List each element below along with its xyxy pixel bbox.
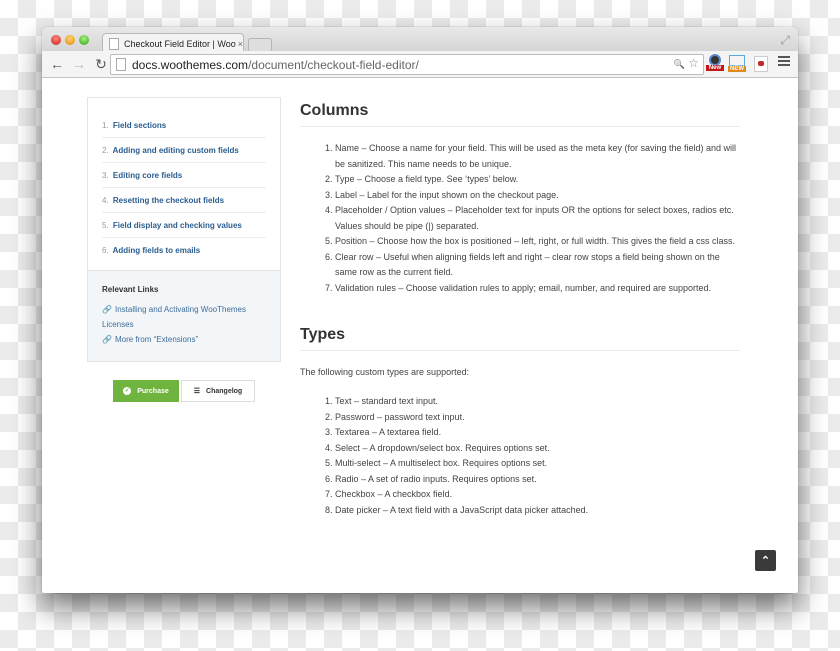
zoom-icon[interactable]: 🔍 [674, 59, 685, 69]
forward-icon[interactable]: → [68, 56, 90, 72]
columns-list: Name – Choose a name for your field. Thi… [300, 141, 740, 296]
changelog-button[interactable]: ☰ Changelog [181, 380, 255, 402]
list-item: Select – A dropdown/select box. Requires… [335, 441, 740, 457]
scroll-to-top-button[interactable]: ⌃ [755, 550, 776, 571]
url-path: /document/checkout-field-editor/ [248, 57, 419, 72]
link-icon: 🔗 [102, 335, 112, 344]
tab-title: Checkout Field Editor | WooThemes [123, 38, 236, 49]
minimize-window-button[interactable] [65, 35, 75, 45]
list-item: Name – Choose a name for your field. Thi… [335, 141, 740, 172]
link-icon: 🔗 [102, 305, 112, 314]
address-bar[interactable]: docs.woothemes.com/document/checkout-fie… [110, 54, 704, 75]
url-host: docs.woothemes.com [132, 57, 249, 72]
page-content: 1. Field sections 2. Adding and editing … [42, 78, 798, 593]
article: Columns Name – Choose a name for your fi… [300, 102, 740, 518]
list-item: Position – Choose how the box is positio… [335, 234, 740, 250]
toc-item[interactable]: 2. Adding and editing custom fields [102, 138, 266, 163]
purchase-button[interactable]: ✓ Purchase [113, 380, 179, 402]
toc-item[interactable]: 1. Field sections [102, 113, 266, 138]
new-tab-button[interactable] [248, 38, 272, 52]
bookmark-star-icon[interactable]: ☆ [688, 56, 699, 70]
fullscreen-icon[interactable]: ⤢ [780, 33, 790, 48]
title-bar: Checkout Field Editor | WooThemes × ⤢ [42, 27, 798, 53]
sidebar: 1. Field sections 2. Adding and editing … [87, 97, 281, 362]
types-intro: The following custom types are supported… [300, 367, 470, 377]
list-icon: ☰ [193, 388, 201, 395]
list-item: Password – password text input. [335, 410, 740, 426]
relevant-links: Relevant Links 🔗 Installing and Activatin… [88, 270, 280, 361]
list-item: Textarea – A textarea field. [335, 425, 740, 441]
toc-item[interactable]: 5. Field display and checking values [102, 213, 266, 238]
relevant-links-title: Relevant Links [102, 285, 159, 294]
list-item: Multi-select – A multiselect box. Requir… [335, 456, 740, 472]
list-item: Checkbox – A checkbox field. [335, 487, 740, 503]
table-of-contents: 1. Field sections 2. Adding and editing … [88, 98, 280, 270]
maximize-window-button[interactable] [79, 35, 89, 45]
browser-window: Checkout Field Editor | WooThemes × ⤢ ← … [42, 27, 798, 593]
page-icon [116, 58, 126, 71]
toc-item[interactable]: 4. Resetting the checkout fields [102, 188, 266, 213]
reload-icon[interactable]: ↻ [90, 56, 112, 73]
list-item: Type – Choose a field type. See ‘types’ … [335, 172, 740, 188]
related-link[interactable]: 🔗 Installing and Activating WooThemes Lic… [102, 302, 266, 332]
toc-item[interactable]: 3. Editing core fields [102, 163, 266, 188]
back-icon[interactable]: ← [46, 56, 68, 72]
related-link[interactable]: 🔗 More from “Extensions” [102, 332, 266, 347]
new-badge: NEW [728, 66, 746, 72]
list-item: Placeholder / Option values – Placeholde… [335, 203, 740, 234]
list-item: Validation rules – Choose validation rul… [335, 281, 740, 297]
close-window-button[interactable] [51, 35, 61, 45]
new-badge: New [706, 65, 724, 71]
list-item: Radio – A set of radio inputs. Requires … [335, 472, 740, 488]
types-heading: Types [300, 326, 740, 351]
list-item: Date picker – A text field with a JavaSc… [335, 503, 740, 519]
browser-tab[interactable]: Checkout Field Editor | WooThemes × [102, 33, 244, 53]
list-item: Clear row – Useful when aligning fields … [335, 250, 740, 281]
screenshot-extension-icon[interactable]: NEW [728, 54, 746, 74]
list-item: Label – Label for the input shown on the… [335, 188, 740, 204]
columns-heading: Columns [300, 102, 740, 127]
tab-close-icon[interactable]: × [238, 39, 243, 49]
check-icon: ✓ [123, 387, 132, 395]
page-icon [109, 37, 119, 50]
list-item: Text – standard text input. [335, 394, 740, 410]
pocket-extension-icon[interactable] [754, 56, 768, 72]
browser-toolbar: ← → ↻ docs.woothemes.com/document/checko… [42, 51, 798, 78]
types-list: Text – standard text input. Password – p… [300, 394, 740, 518]
chevron-up-icon: ⌃ [760, 555, 771, 567]
toc-item[interactable]: 6. Adding fields to emails [102, 238, 266, 262]
speed-extension-icon[interactable]: New [706, 54, 724, 74]
menu-icon[interactable] [778, 56, 790, 68]
